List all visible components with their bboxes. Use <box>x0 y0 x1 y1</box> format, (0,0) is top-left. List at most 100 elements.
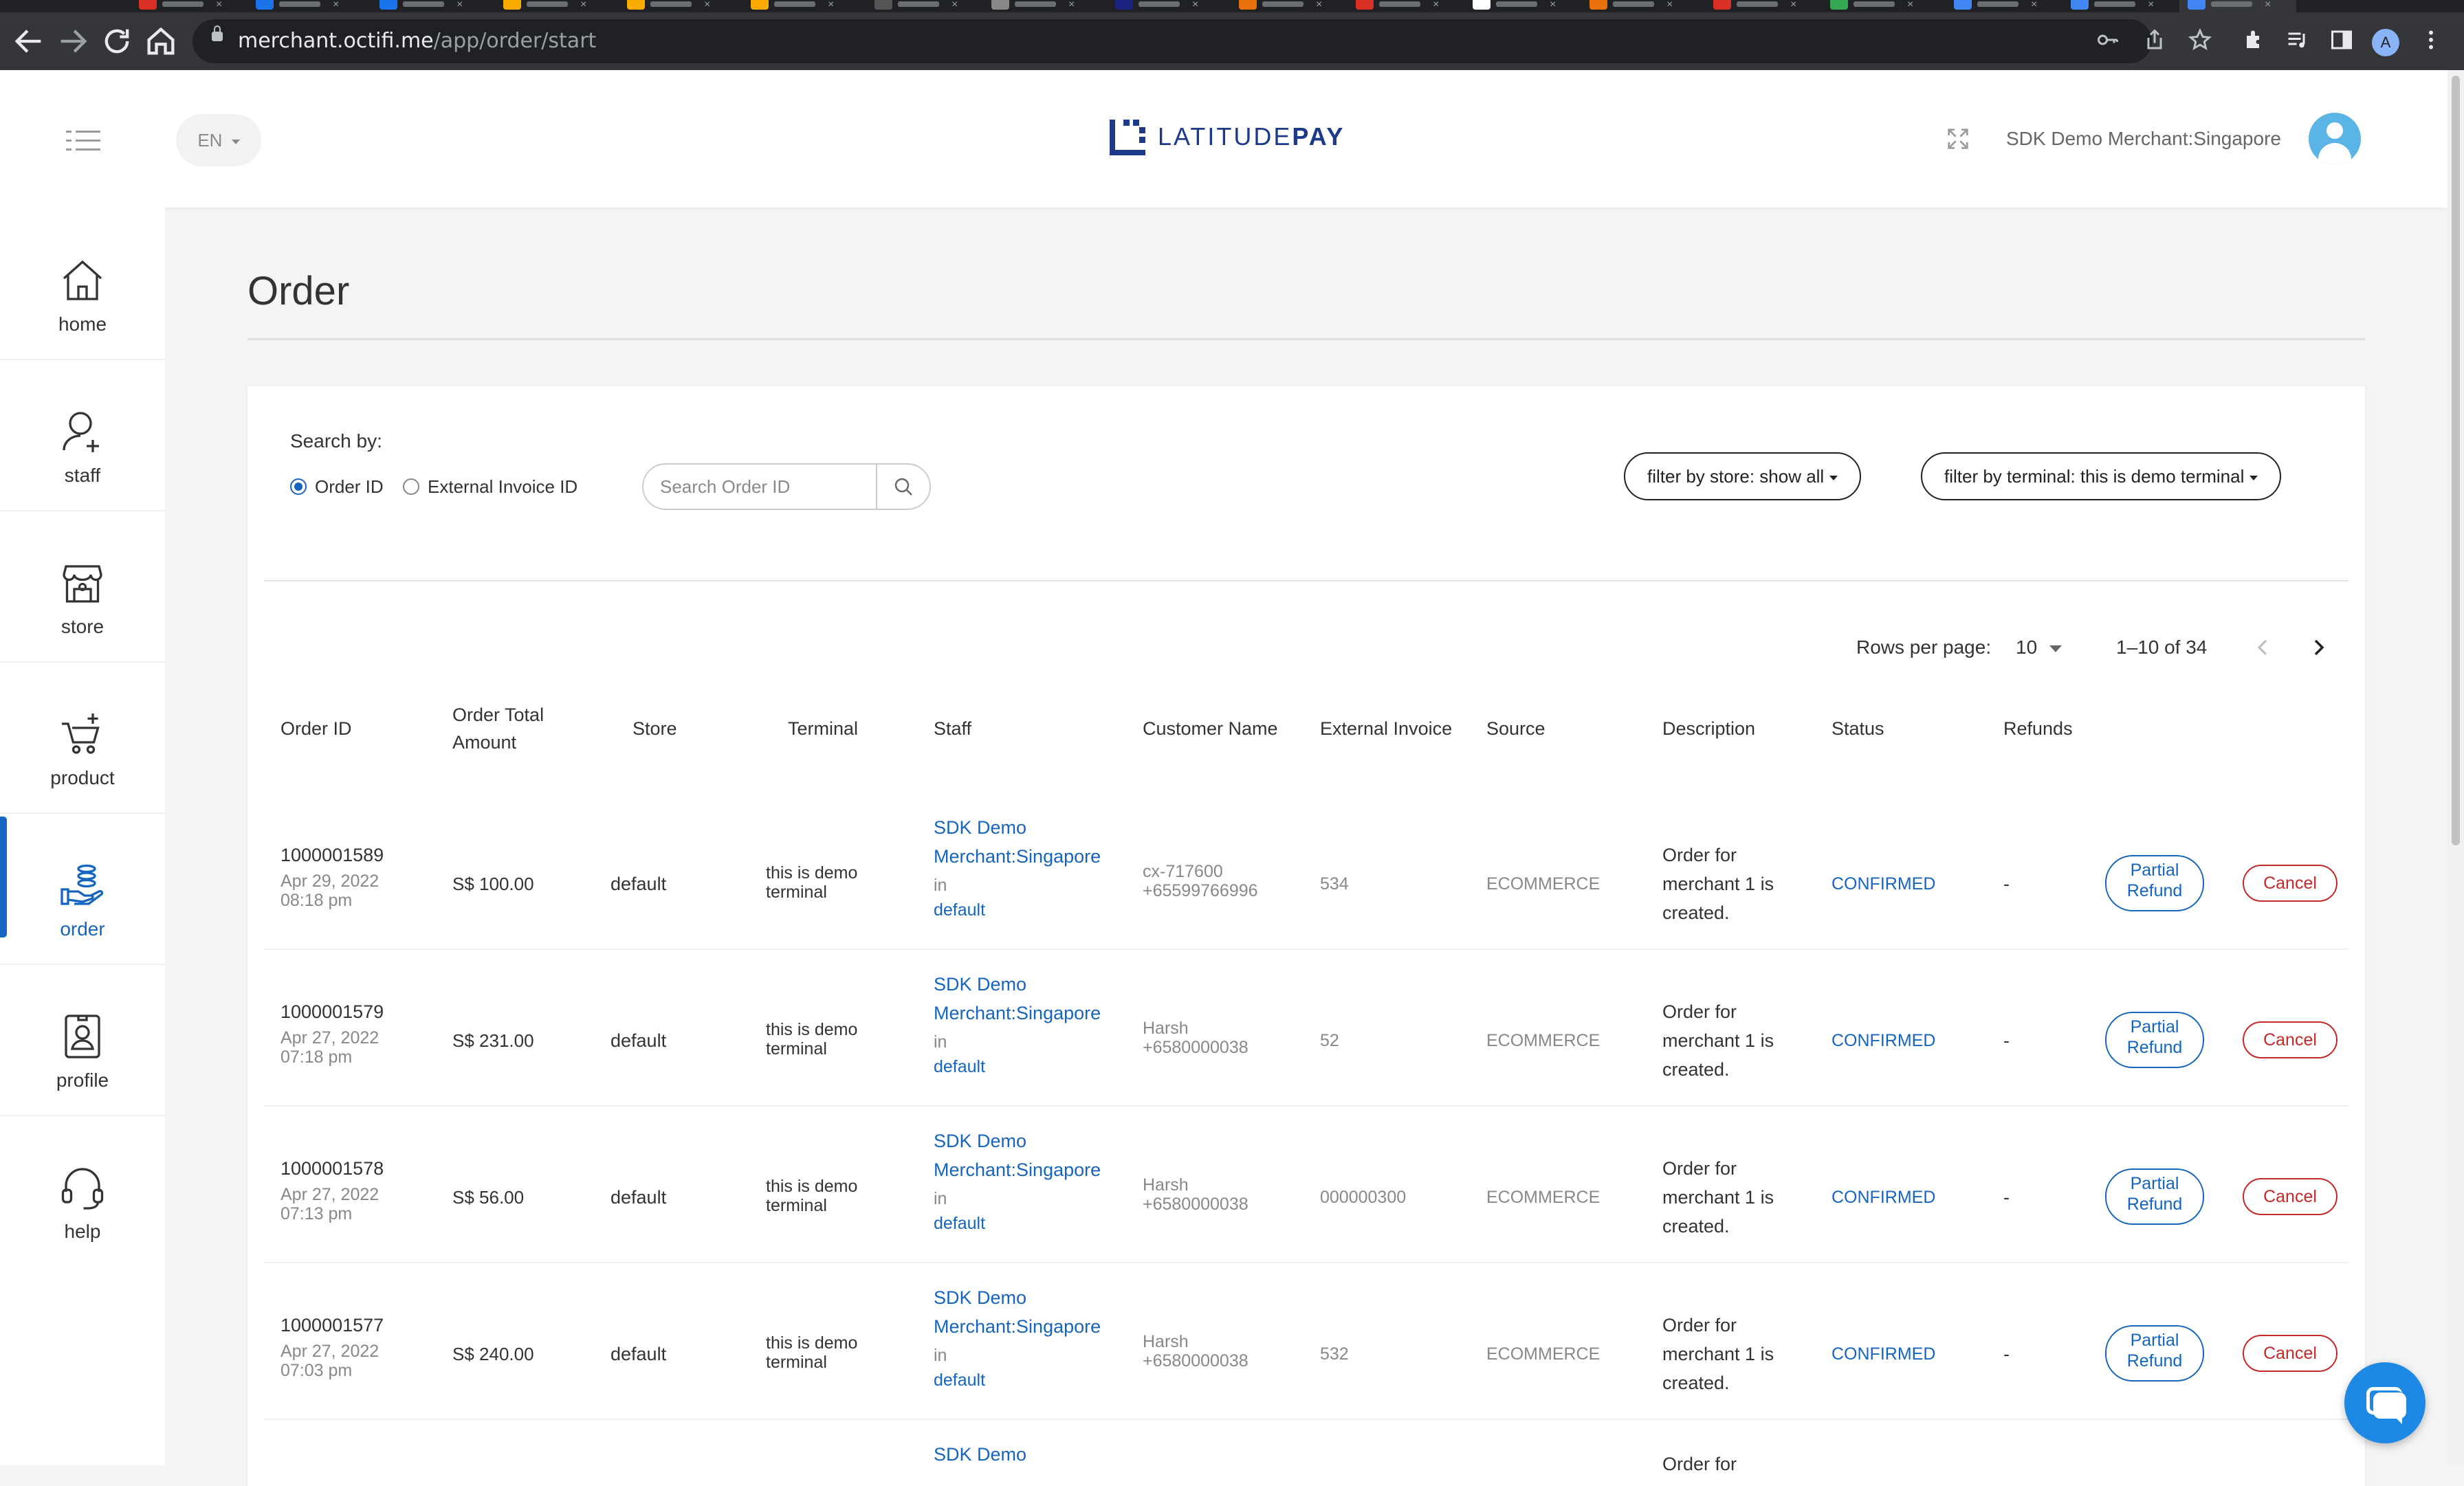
partial-refund-button[interactable]: Partial Refund <box>2105 1012 2204 1068</box>
share-icon[interactable] <box>2141 27 2168 55</box>
cancel-order-button[interactable]: Cancel <box>2243 1178 2338 1215</box>
order-source: ECOMMERCE <box>1486 1344 1600 1364</box>
staff-in-text: in <box>934 876 947 895</box>
search-button[interactable] <box>877 465 930 509</box>
back-arrow-icon[interactable] <box>11 23 47 59</box>
filter-by-store-dropdown[interactable]: filter by store: show all <box>1624 452 1862 500</box>
column-header-description[interactable]: Description <box>1662 715 1755 742</box>
staff-store-link[interactable]: default <box>934 1053 985 1080</box>
sidebar-item-help[interactable]: help <box>0 1115 165 1266</box>
search-input[interactable] <box>644 465 894 509</box>
staff-link[interactable]: SDK Demo <box>934 1127 1026 1155</box>
order-store: default <box>610 874 667 894</box>
column-header-terminal[interactable]: Terminal <box>788 715 858 742</box>
staff-store-link[interactable]: default <box>934 896 985 924</box>
browser-tab[interactable]: × <box>1705 0 1822 12</box>
cart-icon <box>58 709 107 759</box>
previous-page-chevron-icon[interactable] <box>2243 627 2284 668</box>
cancel-order-button[interactable]: Cancel <box>2243 1021 2338 1058</box>
status-badge: CONFIRMED <box>1832 1188 1936 1207</box>
staff-link[interactable]: Merchant:Singapore <box>934 1313 1101 1340</box>
column-header-order-total-1[interactable]: Order Total <box>452 701 544 729</box>
column-header-store[interactable]: Store <box>632 715 677 742</box>
column-header-external-invoice[interactable]: External Invoice <box>1320 715 1452 742</box>
merchant-name[interactable]: SDK Demo Merchant:Singapore <box>2006 125 2281 153</box>
partial-refund-label-2: Refund <box>2126 1195 2183 1214</box>
staff-link[interactable]: SDK Demo <box>934 1441 1026 1468</box>
filter-by-terminal-dropdown[interactable]: filter by terminal: this is demo termina… <box>1921 452 2282 500</box>
next-page-chevron-icon[interactable] <box>2298 627 2339 668</box>
browser-tab[interactable]: × <box>1822 0 1939 12</box>
browser-tab[interactable]: × <box>2062 0 2179 12</box>
column-header-order-id[interactable]: Order ID <box>280 715 352 742</box>
partial-refund-button[interactable]: Partial Refund <box>2105 1325 2204 1382</box>
fullscreen-expand-icon[interactable] <box>1944 125 1972 153</box>
browser-tab[interactable]: × <box>131 0 248 12</box>
reload-icon[interactable] <box>99 23 135 59</box>
staff-link[interactable]: SDK Demo <box>934 1284 1026 1311</box>
user-avatar[interactable] <box>2309 113 2361 165</box>
staff-link[interactable]: Merchant:Singapore <box>934 843 1101 870</box>
column-header-staff[interactable]: Staff <box>934 715 971 742</box>
browser-tab[interactable]: × <box>1348 0 1464 12</box>
sidebar-item-home[interactable]: home <box>0 208 165 360</box>
menu-list-icon[interactable] <box>66 131 100 151</box>
partial-refund-button[interactable]: Partial Refund <box>2105 855 2204 911</box>
browser-tab[interactable]: × <box>1464 0 1581 12</box>
column-header-customer-name[interactable]: Customer Name <box>1143 715 1278 742</box>
home-browser-icon[interactable] <box>143 23 179 59</box>
order-source: ECOMMERCE <box>1486 1188 1600 1207</box>
lock-icon <box>212 25 223 41</box>
address-bar[interactable]: merchant.octifi.me/app/order/start <box>192 19 2152 63</box>
staff-link[interactable]: SDK Demo <box>934 971 1026 998</box>
staff-link[interactable]: Merchant:Singapore <box>934 999 1101 1027</box>
cancel-order-button[interactable]: Cancel <box>2243 1335 2338 1372</box>
bookmark-star-icon[interactable] <box>2186 27 2214 55</box>
radio-external-invoice-id-label[interactable]: External Invoice ID <box>428 476 578 498</box>
browser-tab[interactable]: × <box>619 0 736 12</box>
extensions-puzzle-icon[interactable] <box>2241 27 2269 55</box>
browser-tab[interactable]: × <box>742 0 859 12</box>
column-header-order-total-2[interactable]: Amount <box>452 729 516 756</box>
address-url[interactable]: merchant.octifi.me/app/order/start <box>238 19 596 63</box>
forward-arrow-icon[interactable] <box>55 23 91 59</box>
column-header-refunds[interactable]: Refunds <box>2003 715 2073 742</box>
rows-per-page-select[interactable]: 10 <box>2016 627 2062 668</box>
staff-store-link[interactable]: default <box>934 1366 985 1394</box>
radio-order-id-label[interactable]: Order ID <box>315 476 384 498</box>
sidebar-item-profile[interactable]: profile <box>0 964 165 1116</box>
browser-tab[interactable]: × <box>371 0 488 12</box>
browser-tab[interactable]: × <box>983 0 1100 12</box>
column-header-status[interactable]: Status <box>1832 715 1884 742</box>
partial-refund-button[interactable]: Partial Refund <box>2105 1168 2204 1225</box>
staff-store-link[interactable]: default <box>934 1210 985 1237</box>
browser-tab-active[interactable]: × <box>2179 0 2296 12</box>
staff-link[interactable]: Merchant:Singapore <box>934 1156 1101 1184</box>
browser-profile-avatar[interactable]: A <box>2372 29 2399 56</box>
browser-tab[interactable]: × <box>495 0 612 12</box>
sidebar-item-product[interactable]: product <box>0 661 165 814</box>
column-header-source[interactable]: Source <box>1486 715 1546 742</box>
browser-tab[interactable]: × <box>1946 0 2062 12</box>
browser-tab[interactable]: × <box>248 0 364 12</box>
chat-support-button[interactable] <box>2344 1362 2426 1443</box>
sidebar-item-staff[interactable]: staff <box>0 359 165 511</box>
password-key-icon[interactable] <box>2094 27 2122 55</box>
language-selector[interactable]: EN <box>176 114 261 166</box>
browser-tab[interactable]: × <box>1107 0 1224 12</box>
browser-tab[interactable]: × <box>866 0 983 12</box>
browser-tab[interactable]: × <box>1581 0 1698 12</box>
staff-link[interactable]: SDK Demo <box>934 814 1026 841</box>
radio-external-invoice-id[interactable] <box>403 478 419 495</box>
pagination-range: 1–10 of 34 <box>2116 636 2208 658</box>
sidebar-item-order[interactable]: order <box>0 812 165 965</box>
radio-order-id[interactable] <box>290 478 307 495</box>
browser-tab[interactable]: × <box>1231 0 1348 12</box>
partial-refund-label-1: Partial <box>2130 861 2179 880</box>
side-panel-icon[interactable] <box>2328 27 2355 55</box>
browser-menu-icon[interactable] <box>2417 27 2445 55</box>
media-queue-icon[interactable] <box>2284 27 2311 55</box>
cancel-order-button[interactable]: Cancel <box>2243 865 2338 902</box>
sidebar-item-store[interactable]: store <box>0 510 165 663</box>
page-scrollbar-thumb[interactable] <box>2452 76 2460 845</box>
